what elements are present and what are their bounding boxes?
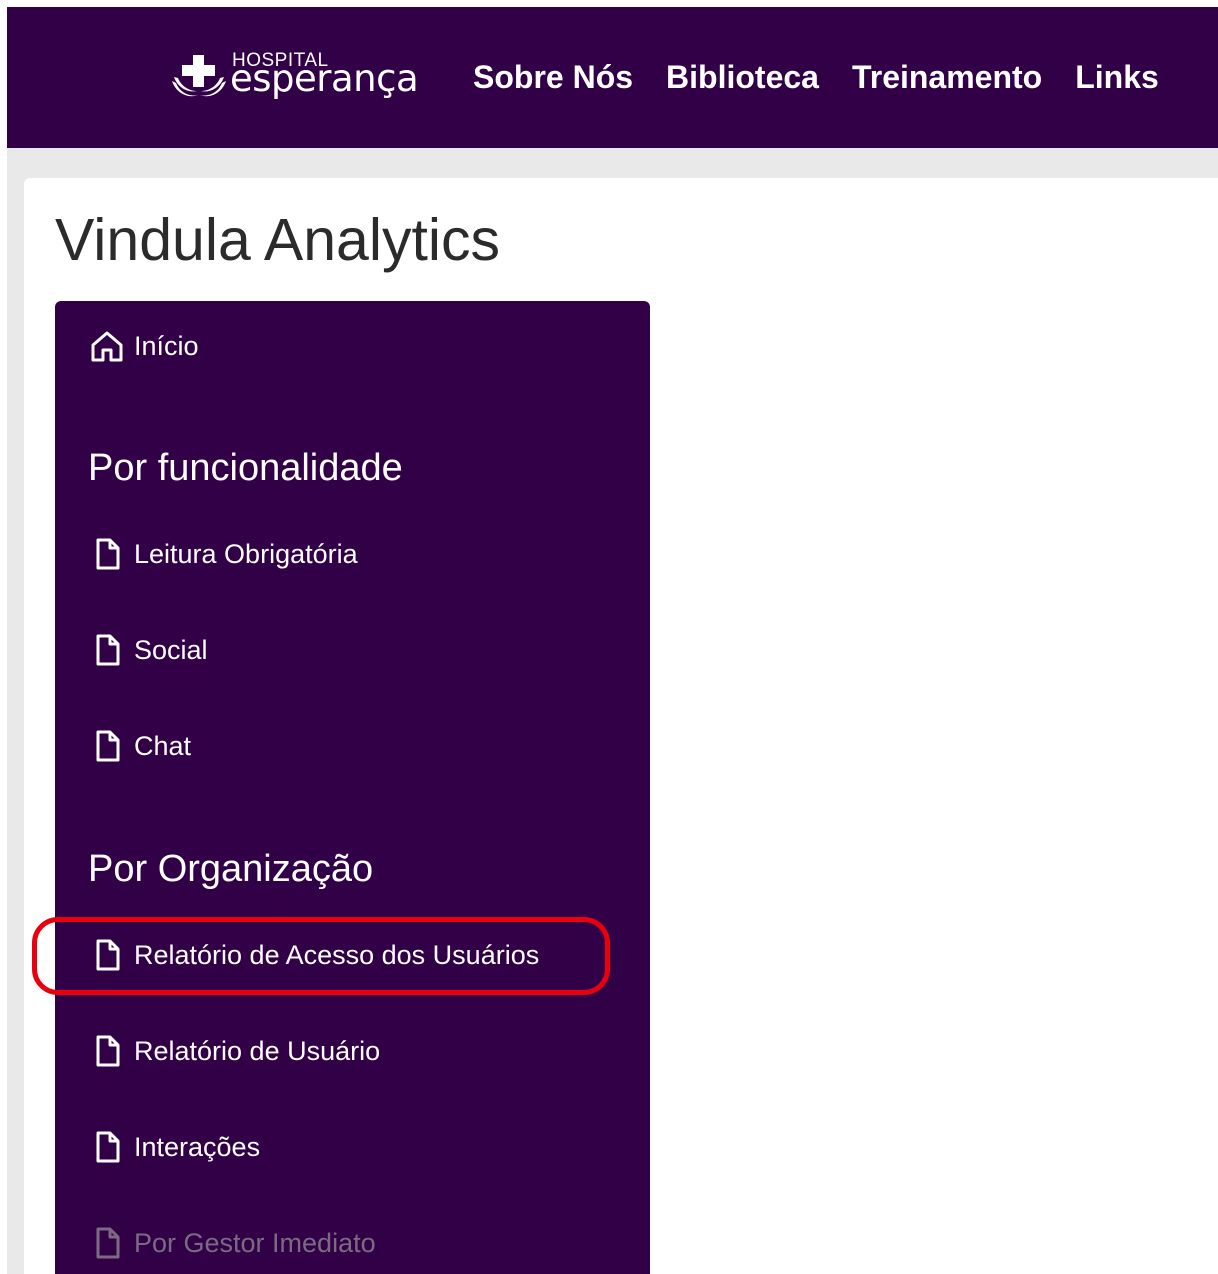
page-title: Vindula Analytics xyxy=(55,207,500,273)
sidebar-item-inicio[interactable]: Início xyxy=(87,326,199,366)
main-navigation: Sobre Nós Biblioteca Treinamento Links xyxy=(473,57,1192,97)
hospital-cross-hands-icon xyxy=(172,55,226,97)
sidebar-item-label: Social xyxy=(134,634,208,665)
sidebar-item-interacoes[interactable]: Interações xyxy=(87,1127,260,1167)
sidebar-item-label: Interações xyxy=(134,1131,261,1162)
section-heading-por-organizacao: Por Organização xyxy=(88,848,374,890)
document-icon xyxy=(87,1031,127,1071)
home-icon xyxy=(87,326,127,366)
sidebar-item-label: Por Gestor Imediato xyxy=(134,1227,376,1258)
nav-link-biblioteca[interactable]: Biblioteca xyxy=(666,58,819,96)
sidebar-item-social[interactable]: Social xyxy=(87,630,208,670)
top-navbar: HOSPITAL esperança Sobre Nós Biblioteca … xyxy=(7,7,1218,148)
sidebar-item-relatorio-usuario[interactable]: Relatório de Usuário xyxy=(87,1031,380,1071)
document-icon xyxy=(87,1223,127,1263)
document-icon xyxy=(87,630,127,670)
nav-link-sobre-nos[interactable]: Sobre Nós xyxy=(473,58,633,96)
document-icon xyxy=(87,1127,127,1167)
sidebar-item-por-gestor-imediato[interactable]: Por Gestor Imediato xyxy=(87,1223,376,1263)
sidebar-item-leitura-obrigatoria[interactable]: Leitura Obrigatória xyxy=(87,534,358,574)
document-icon xyxy=(87,935,127,975)
document-icon xyxy=(87,534,127,574)
sidebar-item-label: Leitura Obrigatória xyxy=(134,538,358,569)
hospital-logo[interactable]: HOSPITAL esperança xyxy=(170,51,422,107)
sidebar-item-label: Relatório de Acesso dos Usuários xyxy=(134,939,540,970)
analytics-sidebar: Início Por funcionalidade Leitura Obriga… xyxy=(55,301,650,1274)
nav-link-treinamento[interactable]: Treinamento xyxy=(852,58,1042,96)
sidebar-item-label: Chat xyxy=(134,730,192,761)
browser-viewport: HOSPITAL esperança Sobre Nós Biblioteca … xyxy=(7,7,1218,1274)
main-content-card: Vindula Analytics Início Por funcionalid… xyxy=(24,178,1218,1274)
sidebar-item-label: Relatório de Usuário xyxy=(134,1035,381,1066)
nav-link-links[interactable]: Links xyxy=(1075,58,1159,96)
sidebar-item-label: Início xyxy=(134,330,199,361)
logo-esperanca-text: esperança xyxy=(230,57,419,100)
document-icon xyxy=(87,726,127,766)
sidebar-item-relatorio-acesso-usuarios[interactable]: Relatório de Acesso dos Usuários xyxy=(87,935,539,975)
section-heading-por-funcionalidade: Por funcionalidade xyxy=(88,447,403,489)
sidebar-item-chat[interactable]: Chat xyxy=(87,726,191,766)
